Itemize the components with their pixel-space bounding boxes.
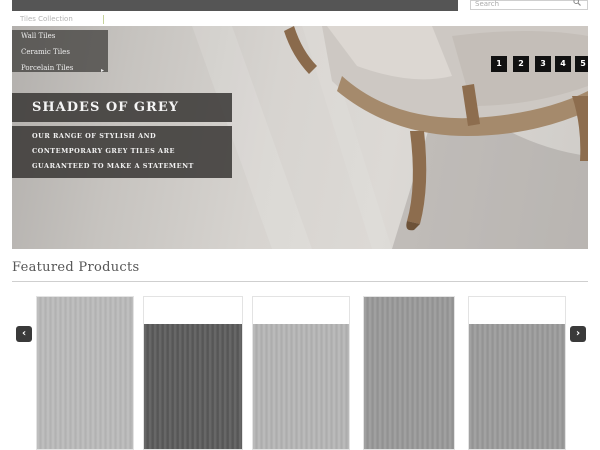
search-icon[interactable] (573, 0, 581, 6)
category-menu: Wall Tiles Ceramic Tiles Porcelain Tiles… (12, 30, 108, 74)
product-card[interactable] (143, 296, 243, 450)
chevron-right-icon: › (575, 328, 581, 339)
hero-subtitle-panel: OUR RANGE OF STYLISH AND CONTEMPORARY GR… (12, 126, 232, 178)
product-card[interactable] (468, 296, 566, 450)
category-item-wall-tiles[interactable]: Wall Tiles (21, 32, 55, 40)
product-image (37, 297, 133, 449)
hero-subtitle-line-1: OUR RANGE OF STYLISH AND (32, 132, 157, 140)
product-image (364, 297, 454, 449)
carousel-next-button[interactable]: › (570, 326, 586, 342)
product-card[interactable] (36, 296, 134, 450)
hero-subtitle-line-3: GUARANTEED TO MAKE A STATEMENT (32, 162, 194, 170)
top-navigation-bar (12, 0, 458, 11)
slider-dot-2[interactable]: 2 (513, 56, 529, 72)
product-card[interactable] (252, 296, 350, 450)
slider-dot-4[interactable]: 4 (555, 56, 571, 72)
hero-title: SHADES OF GREY (32, 100, 180, 115)
search-placeholder: Search (475, 0, 500, 8)
slider-dot-1[interactable]: 1 (491, 56, 507, 72)
product-image (144, 324, 242, 449)
slider-dot-3[interactable]: 3 (535, 56, 551, 72)
breadcrumb-divider (103, 15, 104, 24)
product-card[interactable] (363, 296, 455, 450)
category-item-ceramic-tiles[interactable]: Ceramic Tiles (21, 48, 70, 56)
product-image (469, 324, 565, 449)
hero-subtitle-line-2: CONTEMPORARY GREY TILES ARE (32, 147, 175, 155)
slider-dot-5[interactable]: 5 (575, 56, 588, 72)
product-image (253, 324, 349, 449)
hero-title-panel: SHADES OF GREY (12, 93, 232, 122)
carousel-prev-button[interactable]: ‹ (16, 326, 32, 342)
section-divider (12, 281, 588, 282)
breadcrumb[interactable]: Tiles Collection (20, 15, 73, 23)
search-input[interactable]: Search (470, 0, 588, 10)
chevron-left-icon: ‹ (21, 328, 27, 339)
category-item-porcelain-tiles[interactable]: Porcelain Tiles (21, 64, 73, 72)
submenu-arrow-icon: ▸ (101, 67, 105, 74)
featured-products-heading: Featured Products (12, 260, 140, 275)
